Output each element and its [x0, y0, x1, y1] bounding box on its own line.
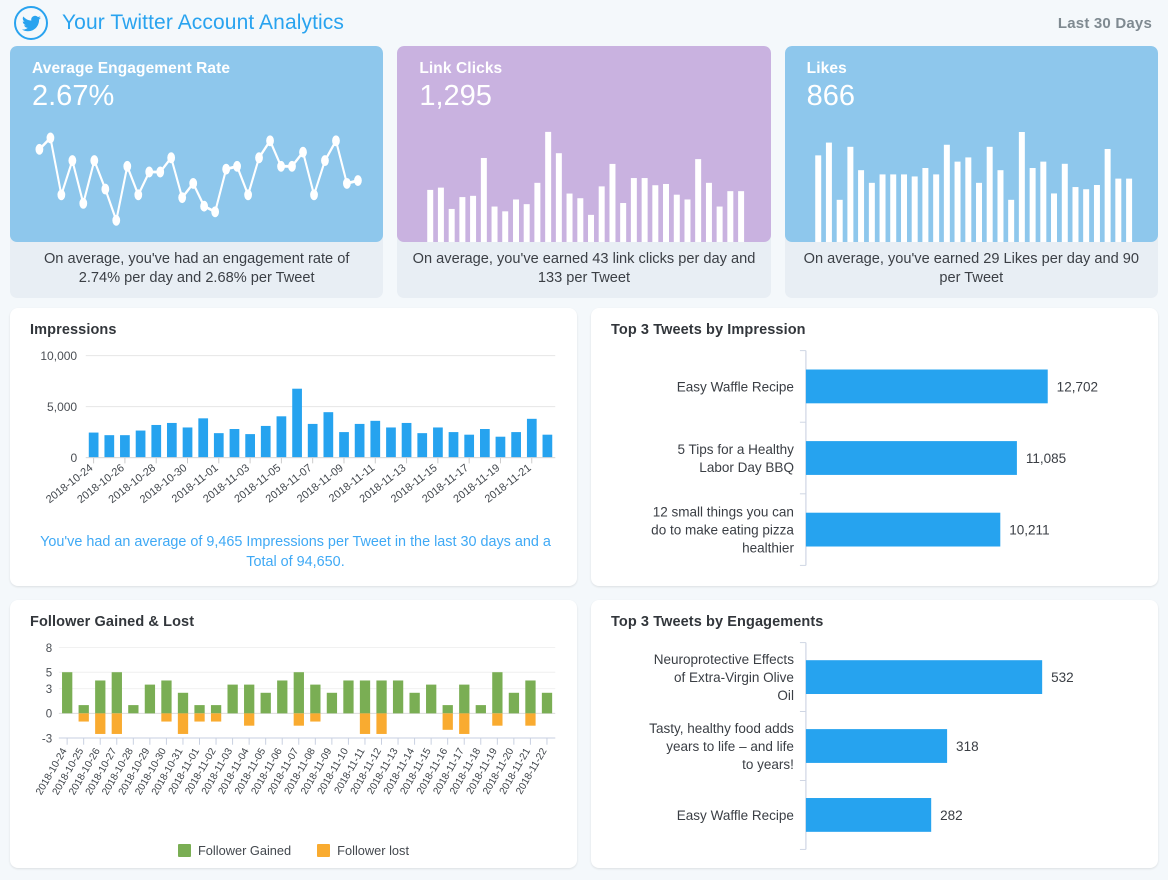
panel-follower-gained-lost: Follower Gained & Lost -3 0 3 5 8 2018-10-24 2… [10, 600, 577, 868]
svg-text:Easy Waffle Recipe: Easy Waffle Recipe [677, 379, 794, 394]
svg-text:10,211: 10,211 [1009, 523, 1049, 538]
kpi-footnote: On average, you've had an engagement rat… [43, 250, 350, 286]
svg-text:Tasty, healthy food adds: Tasty, healthy food adds [649, 721, 794, 736]
kpi-card-row: Average Engagement Rate 2.67% On average… [0, 46, 1168, 298]
legend-label-lost: Follower lost [337, 843, 409, 858]
svg-text:12 small things you can: 12 small things you can [653, 505, 794, 520]
kpi-footnote: On average, you've earned 43 link clicks… [412, 250, 756, 286]
top-tweets-impression-chart[interactable]: 12,702 Easy Waffle Recipe 11,085 5 Tips for… [611, 340, 1142, 580]
top-tweets-engagements-chart[interactable]: 532 Neuroprotective Effects of Extra-Virgi… [611, 632, 1142, 864]
likes-sparkline [807, 119, 1140, 242]
page-title: Your Twitter Account Analytics [62, 11, 344, 34]
svg-text:318: 318 [956, 739, 979, 754]
kpi-value: 1,295 [419, 80, 492, 112]
svg-text:282: 282 [940, 808, 963, 823]
app-header: Your Twitter Account Analytics Last 30 D… [0, 0, 1168, 46]
engagement-rate-sparkline [32, 119, 365, 242]
kpi-footnote: On average, you've earned 29 Likes per d… [803, 250, 1140, 286]
left-column: Impressions 0 5,000 10,000 2018-10-24 2018-1… [10, 308, 577, 868]
right-column: Top 3 Tweets by Impression 12,702 Easy Wa… [591, 308, 1158, 868]
svg-text:532: 532 [1051, 670, 1074, 685]
link-clicks-sparkline [419, 119, 752, 242]
kpi-value: 866 [806, 80, 856, 112]
svg-text:Oil: Oil [777, 688, 794, 703]
kpi-card-engagement-rate[interactable]: Average Engagement Rate 2.67% On average… [10, 46, 384, 298]
panel-title-impressions: Impressions [30, 322, 117, 338]
svg-text:12,702: 12,702 [1057, 379, 1098, 394]
svg-text:to years!: to years! [742, 757, 794, 772]
svg-text:do to make eating pizza: do to make eating pizza [651, 523, 794, 538]
svg-text:5: 5 [46, 668, 52, 680]
svg-text:years to life – and life: years to life – and life [666, 739, 794, 754]
svg-text:3: 3 [46, 684, 52, 696]
panel-title-top-impression: Top 3 Tweets by Impression [611, 322, 806, 338]
kpi-card-likes[interactable]: Likes 866 On average, you've earned 29 L… [784, 46, 1158, 298]
svg-text:0: 0 [46, 709, 52, 721]
panel-top-tweets-engagements: Top 3 Tweets by Engagements 532 Neuroprot… [591, 600, 1158, 868]
svg-text:of Extra-Virgin Olive: of Extra-Virgin Olive [674, 670, 794, 685]
kpi-card-body: Average Engagement Rate 2.67% [10, 46, 384, 242]
svg-text:healthier: healthier [742, 540, 794, 555]
legend-item-gained[interactable]: Follower Gained [177, 843, 292, 858]
svg-text:8: 8 [46, 643, 52, 655]
legend-swatch-lost [317, 844, 331, 857]
svg-text:Easy Waffle Recipe: Easy Waffle Recipe [677, 808, 794, 823]
svg-text:-3: -3 [42, 733, 52, 745]
kpi-value: 2.67% [32, 80, 115, 112]
follower-chart[interactable]: -3 0 3 5 8 2018-10-24 2018-10-25 2018-10-26 2018… [30, 632, 561, 844]
panel-impressions: Impressions 0 5,000 10,000 2018-10-24 2018-1… [10, 308, 577, 586]
svg-text:Labor Day BBQ: Labor Day BBQ [699, 460, 794, 475]
twitter-bird-icon [14, 6, 48, 40]
svg-text:5,000: 5,000 [47, 400, 77, 414]
panel-grid: Impressions 0 5,000 10,000 2018-10-24 2018-1… [0, 298, 1168, 868]
legend-label-gained: Follower Gained [197, 843, 292, 858]
legend-swatch-gained [177, 844, 191, 857]
date-range-label[interactable]: Last 30 Days [1058, 15, 1152, 32]
panel-title-follower: Follower Gained & Lost [30, 614, 195, 630]
panel-top-tweets-impression: Top 3 Tweets by Impression 12,702 Easy Wa… [591, 308, 1158, 586]
svg-text:Neuroprotective Effects: Neuroprotective Effects [654, 652, 794, 667]
dashboard-page: Your Twitter Account Analytics Last 30 D… [0, 0, 1168, 880]
kpi-label: Average Engagement Rate [32, 60, 231, 77]
impressions-summary-note: You've had an average of 9,465 Impressio… [40, 534, 551, 570]
follower-chart-legend: Follower Gained Follower lost [10, 843, 577, 858]
svg-text:11,085: 11,085 [1026, 451, 1066, 466]
kpi-card-body: Likes 866 [784, 46, 1158, 242]
kpi-card-link-clicks[interactable]: Link Clicks 1,295 On average, you've ear… [397, 46, 771, 298]
kpi-label: Link Clicks [419, 60, 503, 77]
svg-text:10,000: 10,000 [40, 349, 77, 363]
impressions-chart[interactable]: 0 5,000 10,000 2018-10-24 2018-10-26 2018-10-… [30, 340, 561, 554]
panel-title-top-engagements: Top 3 Tweets by Engagements [611, 614, 824, 630]
legend-item-lost[interactable]: Follower lost [317, 843, 409, 858]
svg-text:5 Tips for a Healthy: 5 Tips for a Healthy [678, 442, 795, 457]
svg-text:0: 0 [70, 451, 77, 465]
kpi-card-body: Link Clicks 1,295 [397, 46, 771, 242]
kpi-label: Likes [806, 60, 847, 77]
